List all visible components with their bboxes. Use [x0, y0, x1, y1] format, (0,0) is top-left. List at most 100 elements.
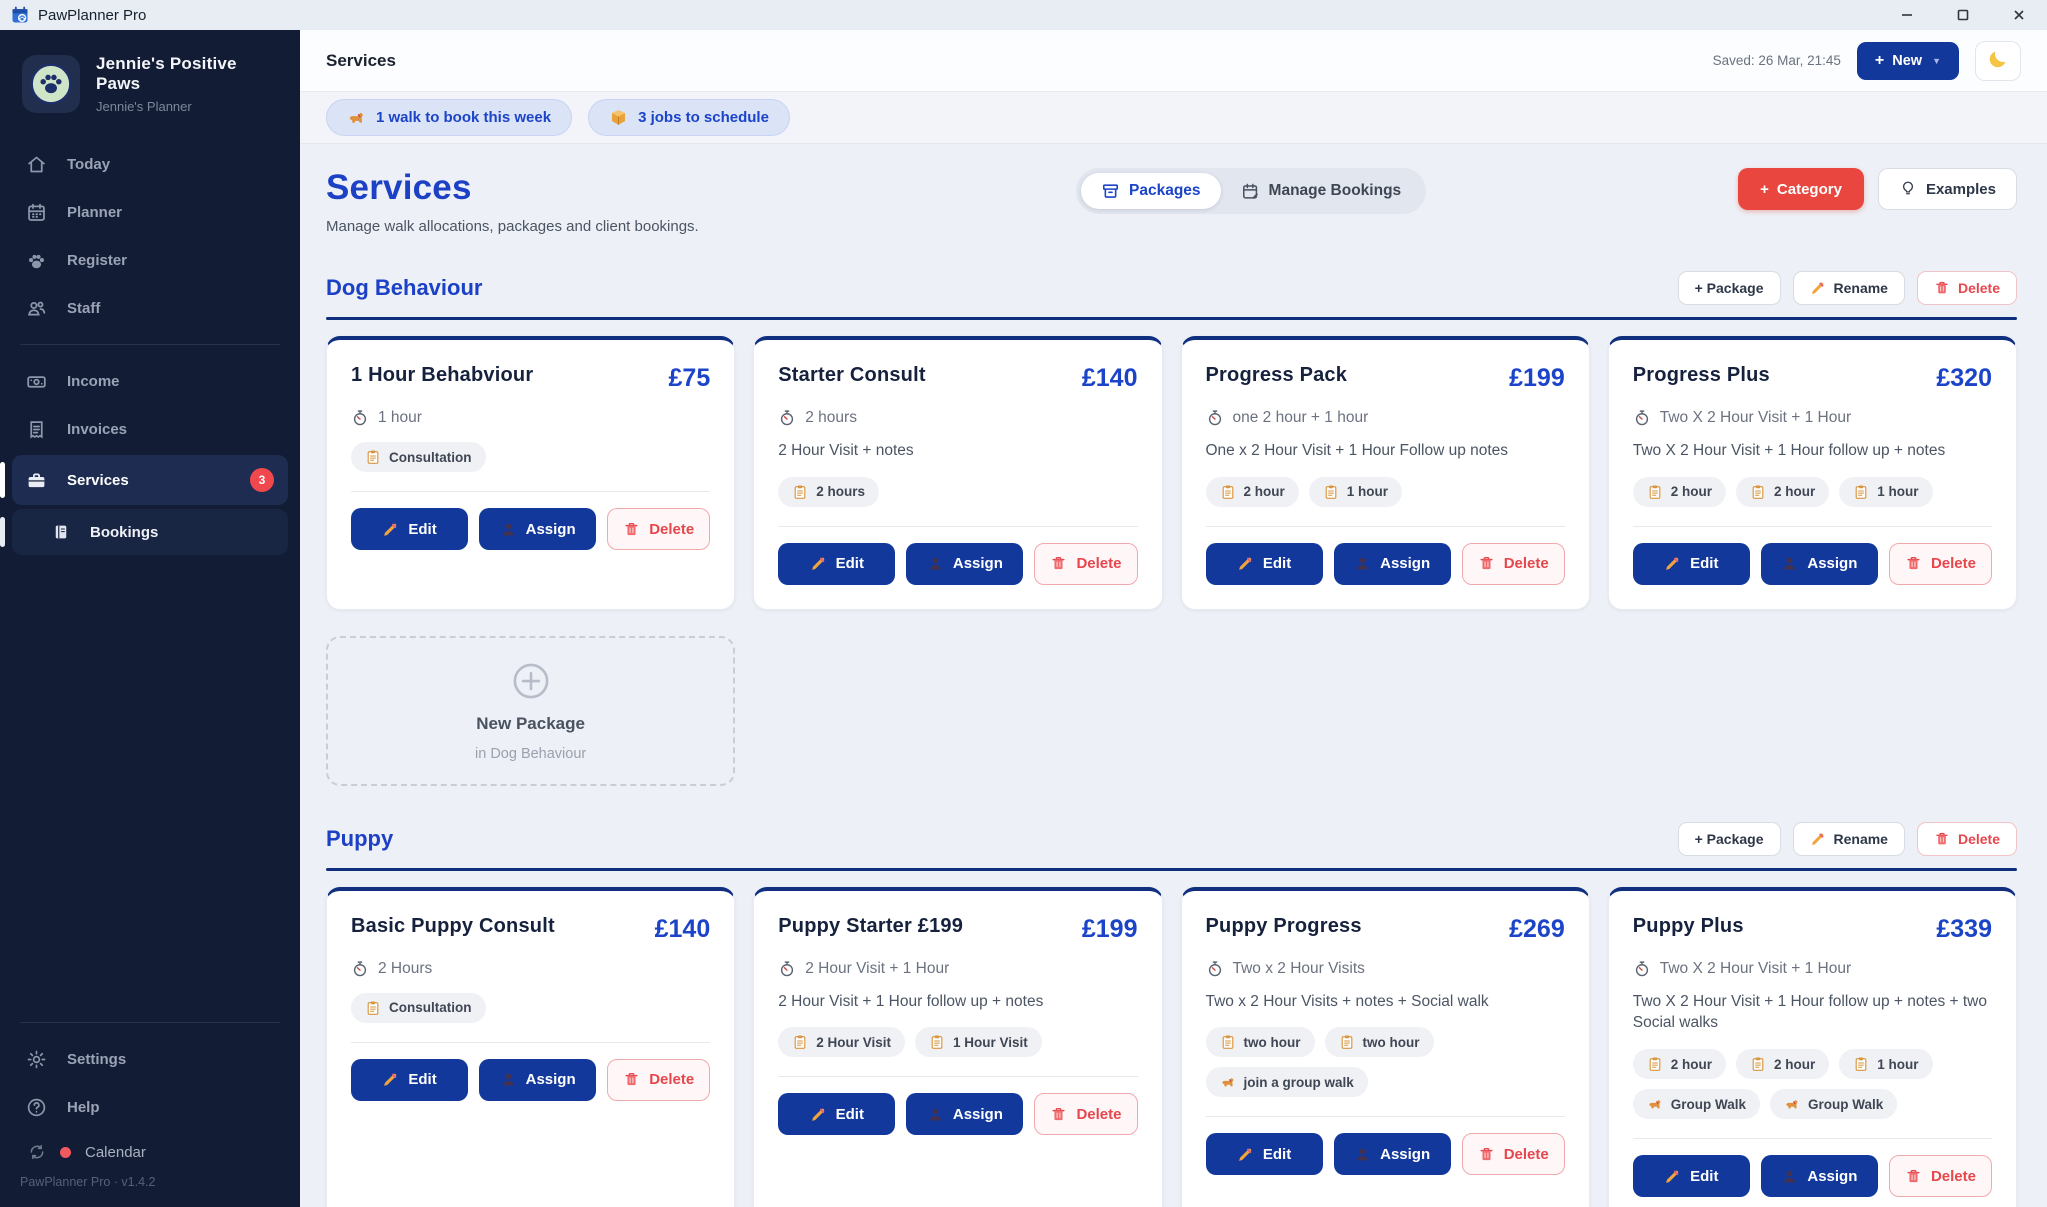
- tag-label: 1 hour: [1877, 484, 1918, 499]
- sidebar-item-bookings[interactable]: Bookings: [12, 509, 288, 555]
- sidebar-item-planner[interactable]: Planner: [12, 190, 288, 234]
- pencil-icon: [1810, 831, 1826, 847]
- card-divider: [1633, 526, 1992, 527]
- delete-package-button[interactable]: Delete: [1889, 1155, 1992, 1197]
- sidebar-item-invoices[interactable]: Invoices: [12, 407, 288, 451]
- sidebar-item-label: Settings: [67, 1051, 126, 1068]
- content: Services Manage walk allocations, packag…: [300, 144, 2047, 1207]
- person-icon: [1354, 1146, 1371, 1163]
- package-tag: 1 hour: [1839, 1049, 1932, 1079]
- person-icon: [500, 1071, 517, 1088]
- tag-label: 1 hour: [1347, 484, 1388, 499]
- assign-package-button[interactable]: Assign: [1334, 1133, 1451, 1175]
- sidebar-item-staff[interactable]: Staff: [12, 286, 288, 330]
- topbar-title: Services: [326, 51, 396, 71]
- edit-package-button[interactable]: Edit: [1633, 543, 1750, 585]
- maximize-button[interactable]: [1935, 0, 1991, 30]
- package-tag: 2 hour: [1633, 1049, 1726, 1079]
- stopwatch-icon: [778, 409, 796, 427]
- delete-package-button[interactable]: Delete: [607, 1059, 710, 1101]
- assign-package-button[interactable]: Assign: [906, 1093, 1023, 1135]
- edit-package-button[interactable]: Edit: [778, 543, 895, 585]
- delete-package-button[interactable]: Delete: [1034, 543, 1137, 585]
- caret-down-icon: ▼: [1932, 56, 1941, 66]
- delete-category-button[interactable]: Delete: [1917, 271, 2017, 305]
- clipboard-icon: [1853, 1056, 1869, 1072]
- delete-package-button[interactable]: Delete: [1462, 543, 1565, 585]
- sidebar-item-register[interactable]: Register: [12, 238, 288, 282]
- clipboard-icon: [1339, 1034, 1355, 1050]
- dog-icon: [1647, 1096, 1663, 1112]
- assign-package-button[interactable]: Assign: [479, 508, 596, 550]
- alert-chip[interactable]: 3 jobs to schedule: [588, 99, 790, 136]
- sidebar-item-help[interactable]: Help: [12, 1085, 288, 1129]
- package-tags: Consultation: [351, 993, 710, 1023]
- sidebar-item-calendar[interactable]: Calendar: [0, 1131, 300, 1169]
- assign-package-button[interactable]: Assign: [1334, 543, 1451, 585]
- package-tags: two hour two hour join a group walk: [1206, 1027, 1565, 1097]
- sidebar-item-label: Register: [67, 252, 127, 269]
- theme-toggle-button[interactable]: [1975, 41, 2021, 81]
- assign-package-button[interactable]: Assign: [906, 543, 1023, 585]
- clipboard-icon: [1220, 484, 1236, 500]
- tab-packages[interactable]: Packages: [1081, 173, 1221, 209]
- section-underline: [326, 317, 2017, 320]
- delete-package-button[interactable]: Delete: [607, 508, 710, 550]
- examples-button[interactable]: Examples: [1878, 168, 2017, 210]
- assign-package-button[interactable]: Assign: [1761, 543, 1878, 585]
- sidebar-item-label: Invoices: [67, 421, 127, 438]
- package-tag: 2 hour: [1633, 477, 1726, 507]
- alert-chip[interactable]: 1 walk to book this week: [326, 99, 572, 136]
- stopwatch-icon: [1206, 409, 1224, 427]
- minimize-button[interactable]: [1879, 0, 1935, 30]
- tag-label: 2 hour: [1774, 1057, 1815, 1072]
- add-package-button[interactable]: + Package: [1678, 271, 1781, 305]
- edit-package-button[interactable]: Edit: [1206, 543, 1323, 585]
- trash-icon: [1478, 1146, 1495, 1163]
- trash-icon: [623, 1071, 640, 1088]
- package-tag: two hour: [1325, 1027, 1434, 1057]
- rename-category-button[interactable]: Rename: [1793, 822, 1905, 856]
- package-tag: two hour: [1206, 1027, 1315, 1057]
- package-box-icon: [1101, 182, 1120, 201]
- delete-category-button[interactable]: Delete: [1917, 822, 2017, 856]
- clipboard-icon: [1647, 484, 1663, 500]
- calendar-icon: [26, 202, 47, 223]
- tag-label: join a group walk: [1244, 1075, 1354, 1090]
- sidebar-item-settings[interactable]: Settings: [12, 1037, 288, 1081]
- tab-manage-bookings[interactable]: Manage Bookings: [1221, 173, 1422, 209]
- sidebar-item-income[interactable]: Income: [12, 359, 288, 403]
- assign-package-button[interactable]: Assign: [479, 1059, 596, 1101]
- delete-package-button[interactable]: Delete: [1889, 543, 1992, 585]
- card-divider: [1206, 526, 1565, 527]
- page-subtitle: Manage walk allocations, packages and cl…: [326, 218, 1076, 235]
- edit-package-button[interactable]: Edit: [1206, 1133, 1323, 1175]
- edit-package-button[interactable]: Edit: [351, 508, 468, 550]
- delete-package-button[interactable]: Delete: [1462, 1133, 1565, 1175]
- package-tag: 2 hour: [1736, 477, 1829, 507]
- clipboard-icon: [1750, 1056, 1766, 1072]
- package-duration: one 2 hour + 1 hour: [1233, 409, 1369, 427]
- sidebar-item-today[interactable]: Today: [12, 142, 288, 186]
- sidebar-item-services[interactable]: Services 3: [12, 455, 288, 505]
- close-button[interactable]: [1991, 0, 2047, 30]
- income-icon: [26, 371, 47, 392]
- edit-package-button[interactable]: Edit: [1633, 1155, 1750, 1197]
- card-divider: [778, 1076, 1137, 1077]
- new-button[interactable]: + New ▼: [1857, 42, 1959, 80]
- delete-package-button[interactable]: Delete: [1034, 1093, 1137, 1135]
- package-price: £199: [1082, 915, 1138, 944]
- add-package-button[interactable]: + Package: [1678, 822, 1781, 856]
- package-duration: Two X 2 Hour Visit + 1 Hour: [1660, 409, 1851, 427]
- package-tag: Group Walk: [1770, 1089, 1897, 1119]
- trash-icon: [1478, 555, 1495, 572]
- rename-category-button[interactable]: Rename: [1793, 271, 1905, 305]
- org-name: Jennie's Positive Paws: [96, 54, 280, 94]
- sidebar-footer-nav: Settings Help: [0, 1035, 300, 1131]
- edit-package-button[interactable]: Edit: [351, 1059, 468, 1101]
- new-package-card[interactable]: New Package in Dog Behaviour: [326, 636, 735, 786]
- assign-package-button[interactable]: Assign: [1761, 1155, 1878, 1197]
- invoices-icon: [26, 419, 47, 440]
- edit-package-button[interactable]: Edit: [778, 1093, 895, 1135]
- add-category-button[interactable]: + Category: [1738, 168, 1864, 210]
